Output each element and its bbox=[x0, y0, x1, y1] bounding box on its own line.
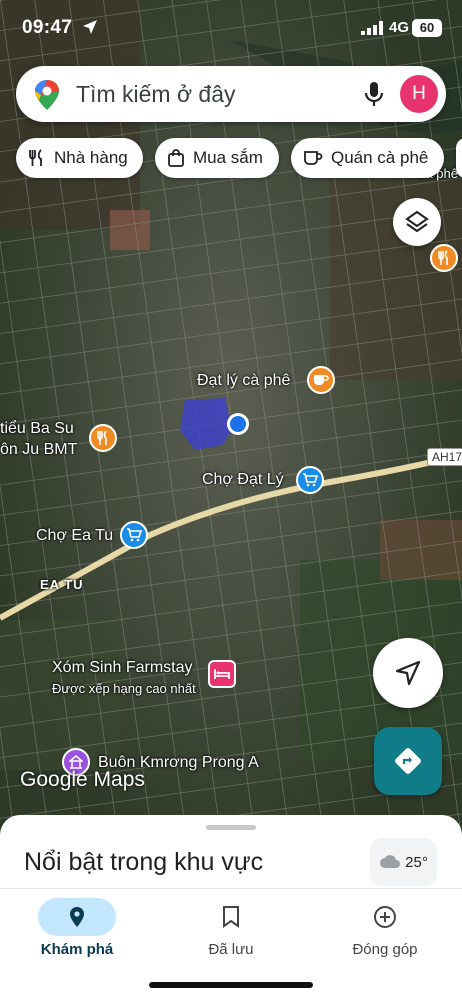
nav-explore[interactable]: Khám phá bbox=[0, 889, 154, 979]
restaurant-poi-icon[interactable] bbox=[89, 424, 117, 452]
chip-label: Quán cà phê bbox=[331, 148, 429, 167]
nav-contribute[interactable]: Đóng góp bbox=[308, 889, 462, 979]
google-maps-logo: Google Maps bbox=[20, 768, 145, 791]
label-cho-ea-tu[interactable]: Chợ Ea Tu bbox=[36, 527, 113, 545]
nav-saved[interactable]: Đã lưu bbox=[154, 889, 308, 979]
road-shield-ah17: AH17 bbox=[427, 448, 462, 466]
nav-contribute-indicator bbox=[346, 898, 424, 936]
sheet-drag-handle[interactable] bbox=[206, 825, 256, 830]
search-input[interactable]: Tìm kiếm ở đây bbox=[76, 81, 236, 108]
status-time: 09:47 bbox=[22, 17, 73, 38]
layers-button[interactable] bbox=[393, 198, 441, 246]
account-avatar[interactable]: H bbox=[400, 75, 438, 113]
label-ba-su[interactable]: tiểu Ba Su bbox=[0, 420, 74, 438]
hotel-poi-icon[interactable] bbox=[208, 660, 236, 688]
weather-badge[interactable]: 25° bbox=[370, 838, 437, 886]
nav-contribute-label: Đóng góp bbox=[352, 941, 418, 958]
chip-restaurants[interactable]: Nhà hàng bbox=[16, 138, 143, 178]
search-bar[interactable]: Tìm kiếm ở đây H bbox=[16, 66, 446, 122]
bookmark-icon bbox=[223, 906, 239, 928]
home-indicator[interactable] bbox=[149, 982, 313, 988]
microphone-icon[interactable] bbox=[362, 80, 386, 108]
market-poi-icon-2[interactable] bbox=[120, 521, 148, 549]
layers-icon bbox=[405, 210, 429, 233]
chip-coffee[interactable]: Quán cà phê bbox=[291, 138, 444, 178]
network-type: 4G bbox=[389, 19, 410, 36]
explore-pin-icon bbox=[70, 907, 84, 927]
coffee-cup-icon bbox=[304, 151, 323, 165]
location-arrow-icon bbox=[83, 20, 97, 34]
cafe-poi-icon[interactable] bbox=[307, 366, 335, 394]
nav-explore-label: Khám phá bbox=[40, 941, 114, 958]
nav-saved-indicator bbox=[192, 898, 270, 936]
market-poi-icon[interactable] bbox=[296, 466, 324, 494]
status-bar: 09:47 4G 60 bbox=[0, 0, 462, 58]
chip-label: Nhà hàng bbox=[54, 148, 128, 167]
battery-icon: 60 bbox=[412, 19, 442, 37]
label-xom-sinh[interactable]: Xóm Sinh Farmstay bbox=[52, 659, 192, 677]
label-ea-tu: EA TU bbox=[40, 577, 84, 592]
directions-button[interactable] bbox=[374, 727, 442, 795]
shopping-bag-icon bbox=[168, 149, 184, 167]
label-cho-dat-ly[interactable]: Chợ Đạt Lý bbox=[202, 471, 284, 489]
add-circle-icon bbox=[374, 906, 396, 928]
chip-label: Mua sắm bbox=[193, 148, 263, 167]
nav-saved-label: Đã lưu bbox=[208, 941, 254, 958]
label-ba-su-2[interactable]: ôn Ju BMT bbox=[0, 441, 77, 459]
nav-explore-indicator bbox=[38, 898, 116, 936]
chip-shopping[interactable]: Mua sắm bbox=[155, 138, 279, 178]
signal-icon bbox=[361, 21, 383, 35]
restaurant-poi-icon-2[interactable] bbox=[430, 244, 458, 272]
cloud-icon bbox=[380, 855, 401, 868]
label-dat-ly-cafe[interactable]: Đạt lý cà phê bbox=[197, 372, 290, 390]
navigation-arrow-icon bbox=[395, 660, 421, 686]
sheet-title: Nổi bật trong khu vực bbox=[24, 848, 264, 876]
weather-temperature: 25° bbox=[405, 853, 428, 871]
my-location-button[interactable] bbox=[373, 638, 443, 708]
chip-more[interactable] bbox=[456, 138, 462, 178]
label-xom-sinh-rating: Được xếp hạng cao nhất bbox=[52, 681, 196, 696]
google-maps-pin-icon bbox=[35, 80, 59, 110]
fork-knife-icon bbox=[29, 149, 42, 166]
category-chips: Nhà hàng Mua sắm Quán cà phê bbox=[0, 138, 462, 178]
directions-icon bbox=[395, 748, 421, 774]
